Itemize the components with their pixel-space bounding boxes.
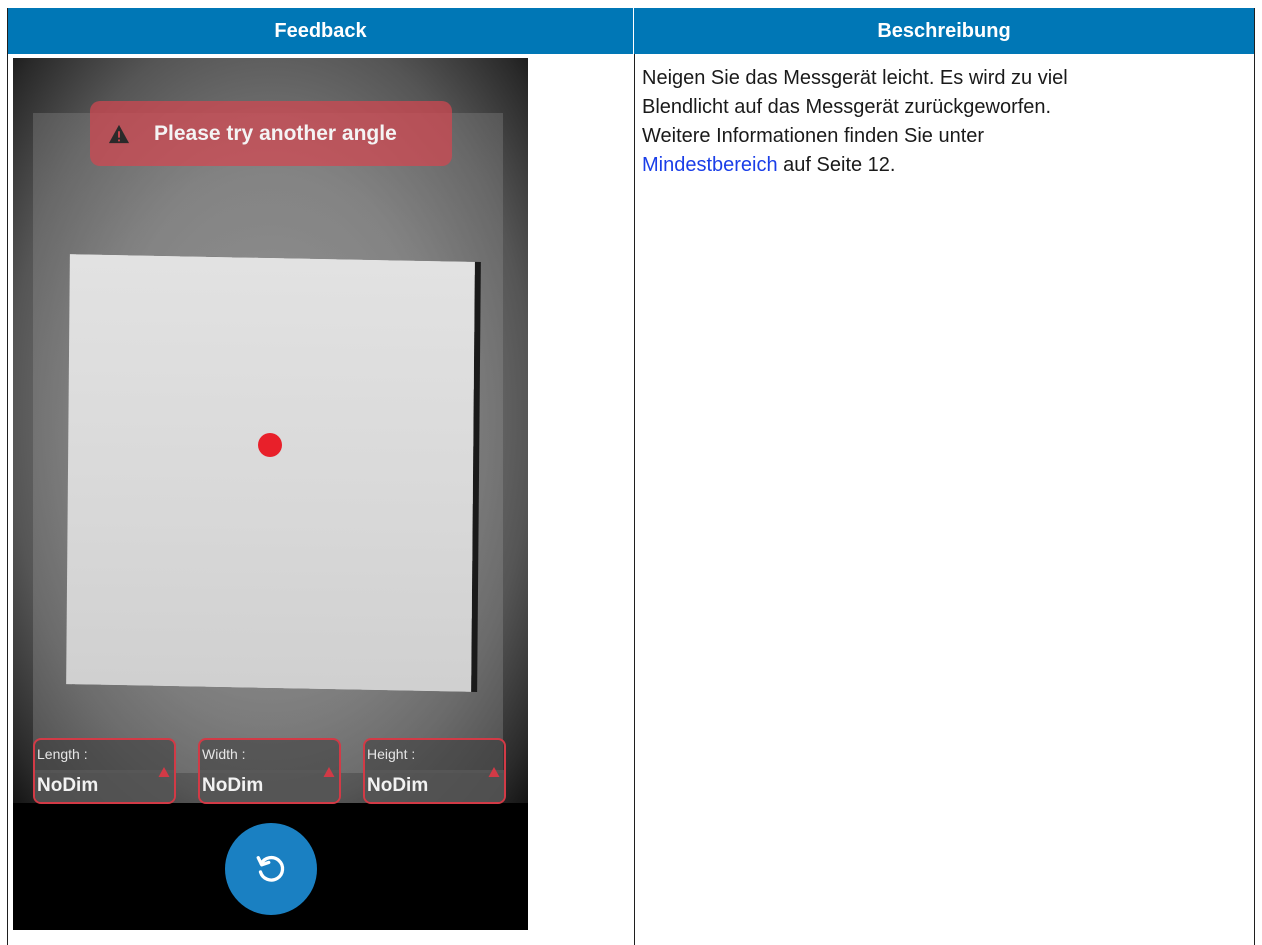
header-feedback: Feedback: [8, 8, 634, 54]
length-value: NoDim: [37, 775, 99, 796]
target-dot: [258, 433, 282, 457]
warning-triangle-icon: [323, 767, 335, 777]
header-description: Beschreibung: [877, 19, 1011, 42]
warning-triangle-icon: [158, 767, 170, 777]
width-readout: Width : NoDim: [198, 738, 341, 804]
camera-view: Please try another angle Length : NoDim …: [13, 58, 528, 804]
warning-triangle-icon: [488, 767, 500, 777]
description-line: Blendlicht auf das Messgerät zurückgewor…: [642, 96, 1052, 118]
measured-box: [66, 254, 475, 692]
warning-banner: Please try another angle: [90, 101, 452, 166]
device-screenshot: Please try another angle Length : NoDim …: [13, 58, 528, 930]
refresh-button[interactable]: [225, 823, 317, 915]
height-value: NoDim: [367, 775, 429, 796]
width-value: NoDim: [202, 775, 264, 796]
column-divider: [634, 54, 635, 945]
description-line: Mindestbereich auf Seite 12.: [642, 151, 1242, 180]
description-line: Weitere Informationen finden Sie unter: [642, 125, 985, 147]
description-text: Neigen Sie das Messgerät leicht. Es wird…: [642, 64, 1242, 180]
width-label: Width :: [202, 746, 246, 762]
warning-triangle-icon: [108, 124, 130, 143]
table-header-row: Feedback Beschreibung: [8, 8, 1254, 54]
length-readout: Length : NoDim: [33, 738, 176, 804]
warning-banner-text: Please try another angle: [154, 121, 397, 145]
height-readout: Height : NoDim: [363, 738, 506, 804]
description-line: Neigen Sie das Messgerät leicht. Es wird…: [642, 67, 1068, 89]
mindestbereich-link[interactable]: Mindestbereich: [642, 154, 778, 176]
refresh-icon: [256, 855, 285, 882]
link-suffix: auf Seite 12.: [777, 154, 896, 176]
length-label: Length :: [37, 746, 88, 762]
height-label: Height :: [367, 746, 416, 762]
